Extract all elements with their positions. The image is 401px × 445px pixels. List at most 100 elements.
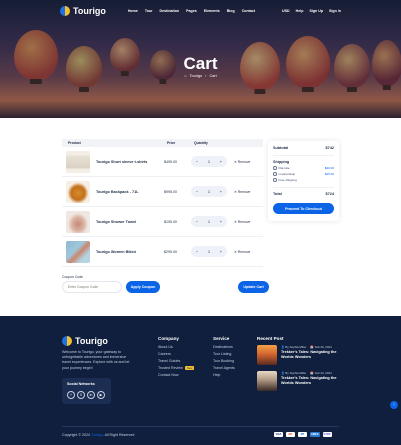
footer-link[interactable]: Tour Listing: [213, 352, 235, 356]
footer-link[interactable]: About Us: [158, 345, 194, 349]
quantity-value[interactable]: 1: [208, 159, 210, 164]
product-price: $295.00: [164, 249, 177, 254]
facebook-icon[interactable]: f: [67, 391, 75, 399]
menu-item-elements[interactable]: Elements: [204, 9, 220, 13]
product-image[interactable]: [66, 240, 90, 263]
product-name[interactable]: Tourigo Short sleeve t-shirts: [90, 160, 164, 164]
shipping-option[interactable]: Local pickup $25.00: [273, 172, 334, 176]
service-heading: Service: [213, 336, 230, 341]
product-price: $995.00: [164, 189, 177, 194]
page-title: Cart: [183, 54, 218, 73]
logo-icon: [60, 6, 70, 16]
decrease-button[interactable]: −: [196, 159, 198, 164]
coupon-input[interactable]: [62, 281, 122, 293]
increase-button[interactable]: +: [220, 219, 222, 224]
shipping-option[interactable]: Flat rate $20.00: [273, 166, 334, 170]
radio-button[interactable]: [273, 172, 277, 176]
decrease-button[interactable]: −: [196, 249, 198, 254]
table-row: Tourigo Short sleeve t-shirts $495.00 − …: [62, 147, 263, 177]
post-thumbnail[interactable]: [257, 371, 277, 391]
post-title[interactable]: Trekker's Tales: Navigating the Worlds W…: [281, 376, 347, 386]
product-name[interactable]: Tourigo Women Bikini: [90, 250, 164, 254]
scroll-to-top-button[interactable]: ↑: [390, 401, 398, 409]
footer-link[interactable]: Careers: [158, 352, 194, 356]
decrease-button[interactable]: −: [196, 219, 198, 224]
product-name[interactable]: Tourigo Backpack - 71L: [90, 190, 164, 194]
increase-button[interactable]: +: [220, 249, 222, 254]
footer-link[interactable]: Destinations: [213, 345, 235, 349]
recent-post[interactable]: 👤 By Sophia Miller 📅 Feb 20, 2024 Trekke…: [257, 371, 347, 391]
menu-item-destination[interactable]: Destination: [160, 9, 180, 13]
recent-post[interactable]: 👤 By Sophia Miller 📅 Feb 20, 2024 Trekke…: [257, 345, 347, 365]
footer-link[interactable]: Trusted Review New: [158, 365, 195, 370]
product-name[interactable]: Tourigo Shower Towel: [90, 220, 164, 224]
radio-button[interactable]: [273, 178, 277, 182]
footer-logo[interactable]: Tourigo: [62, 336, 108, 346]
remove-label: Remove: [237, 219, 251, 224]
footer-link[interactable]: Travel Guides: [158, 359, 194, 363]
home-icon[interactable]: ⌂: [184, 74, 186, 78]
quantity-value[interactable]: 1: [208, 249, 210, 254]
remove-button[interactable]: ✕ Remove: [234, 220, 250, 224]
product-image[interactable]: [66, 150, 90, 173]
menu-item-contact[interactable]: Contact: [242, 9, 255, 13]
brand-name: Tourigo: [73, 6, 106, 16]
increase-button[interactable]: +: [220, 189, 222, 194]
table-row: Tourigo Women Bikini $295.00 − 1 + ✕ Rem…: [62, 237, 263, 267]
increase-button[interactable]: +: [220, 159, 222, 164]
menu-item-home[interactable]: Home: [128, 9, 138, 13]
quantity-value[interactable]: 1: [208, 189, 210, 194]
post-date: 📅 Feb 20, 2024: [310, 371, 332, 375]
footer-link[interactable]: Help: [213, 373, 235, 377]
copyright-prefix: Copyright © 2024: [62, 433, 91, 437]
shipping-option[interactable]: Free shipping: [273, 178, 334, 182]
breadcrumb-home[interactable]: Tourigo: [190, 74, 202, 78]
copyright: Copyright © 2024 Tourigo. All Right Rese…: [62, 433, 134, 437]
signin-link[interactable]: Sign In: [329, 9, 341, 13]
youtube-icon[interactable]: ▶: [97, 391, 105, 399]
breadcrumb: ⌂ Tourigo › Cart: [0, 74, 401, 78]
checkout-button[interactable]: Proceed To Checkout: [273, 203, 334, 214]
footer-link[interactable]: Tour Booking: [213, 359, 235, 363]
menu-item-tour[interactable]: Tour: [145, 9, 153, 13]
post-author-text: By Sophia Miller: [285, 345, 307, 349]
quantity-stepper: − 1 +: [191, 246, 227, 257]
top-navigation: Tourigo Home Tour Destination Pages Elem…: [0, 0, 401, 22]
remove-label: Remove: [237, 189, 251, 194]
menu-item-pages[interactable]: Pages: [186, 9, 197, 13]
footer-link[interactable]: Travel Agents: [213, 366, 235, 370]
quantity-value[interactable]: 1: [208, 219, 210, 224]
product-image[interactable]: [66, 180, 90, 203]
remove-button[interactable]: ✕ Remove: [234, 160, 250, 164]
column-price: Price: [167, 141, 176, 145]
quantity-stepper: − 1 +: [191, 156, 227, 167]
shipping-option-label: Free shipping: [278, 178, 297, 182]
linkedin-icon[interactable]: in: [87, 391, 95, 399]
stripe-icon: STRP: [322, 432, 332, 437]
help-link[interactable]: Help: [296, 9, 304, 13]
radio-button[interactable]: [273, 166, 277, 170]
footer-link[interactable]: Contact Now: [158, 373, 194, 377]
update-cart-button[interactable]: Update Cart: [238, 281, 269, 293]
footer-recent-posts: Recent Post 👤 By Sophia Miller 📅 Feb 20,…: [257, 336, 347, 397]
x-icon[interactable]: X: [77, 391, 85, 399]
remove-label: Remove: [237, 159, 251, 164]
remove-button[interactable]: ✕ Remove: [234, 190, 250, 194]
post-title[interactable]: Trekker's Tales: Navigating the Worlds W…: [281, 350, 347, 360]
copyright-brand[interactable]: Tourigo: [91, 433, 103, 437]
post-thumbnail[interactable]: [257, 345, 277, 365]
decrease-button[interactable]: −: [196, 189, 198, 194]
company-heading: Company: [158, 336, 179, 341]
remove-button[interactable]: ✕ Remove: [234, 250, 250, 254]
currency-selector[interactable]: USD: [282, 9, 290, 13]
new-badge: New: [184, 365, 195, 370]
menu-item-blog[interactable]: Blog: [227, 9, 235, 13]
logo-icon: [62, 336, 72, 346]
shipping-option-label: Flat rate: [278, 166, 290, 170]
footer-link-label: Trusted Review: [158, 365, 183, 370]
signup-link[interactable]: Sign Up: [309, 9, 323, 13]
product-image[interactable]: [66, 210, 90, 233]
recent-heading: Recent Post: [257, 336, 284, 341]
apply-coupon-button[interactable]: Apply Coupon: [126, 281, 160, 293]
site-logo[interactable]: Tourigo: [60, 6, 106, 16]
